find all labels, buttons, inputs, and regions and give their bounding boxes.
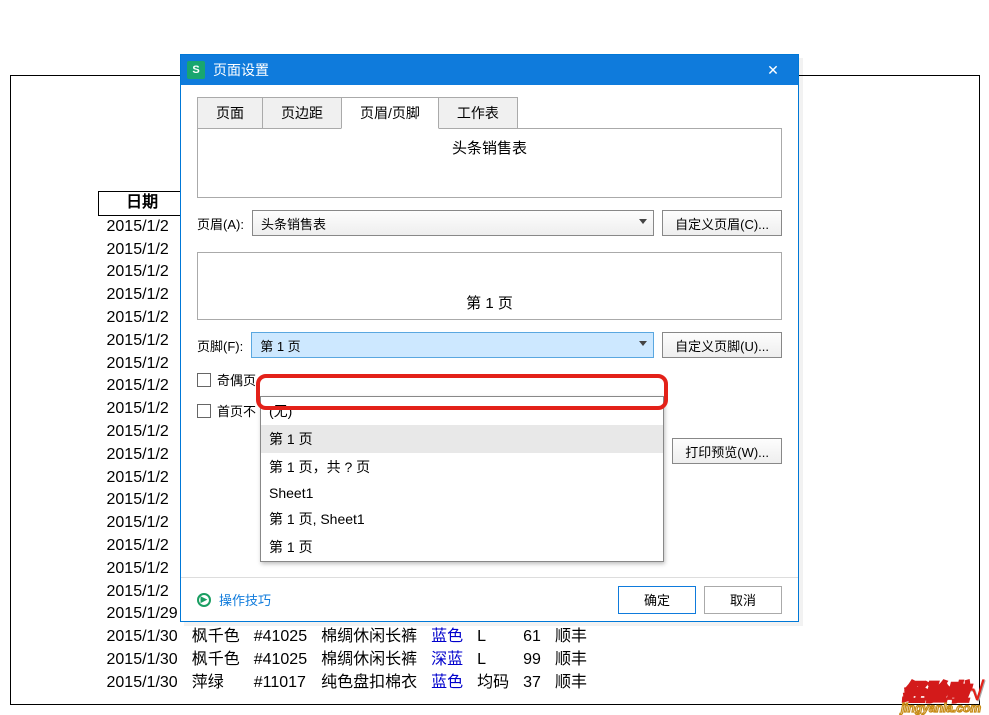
chevron-down-icon [639, 219, 647, 224]
first-page-label: 首页不 [217, 401, 256, 420]
table-row: 2015/1/30萍绿#11017纯色盘扣棉衣蓝色均码37顺丰 [99, 672, 593, 695]
header-combobox[interactable]: 头条销售表 [252, 210, 654, 236]
custom-footer-button[interactable]: 自定义页脚(U)... [662, 332, 782, 358]
chevron-down-icon [639, 341, 647, 346]
app-icon: S [187, 61, 205, 79]
odd-even-label: 奇偶页 [217, 370, 256, 389]
tab-bar: 页面 页边距 页眉/页脚 工作表 [197, 97, 798, 128]
play-icon: ▶ [197, 593, 211, 607]
footer-preview-text: 第 1 页 [466, 292, 513, 313]
dropdown-option[interactable]: 第 1 页, Sheet1 [261, 505, 663, 533]
tab-header-footer[interactable]: 页眉/页脚 [341, 97, 439, 129]
dropdown-option[interactable]: 第 1 页 [261, 533, 663, 561]
footer-preview: 第 1 页 [197, 252, 782, 320]
custom-header-button[interactable]: 自定义页眉(C)... [662, 210, 782, 236]
header-label: 页眉(A): [197, 214, 244, 233]
dropdown-option[interactable]: 第 1 页 [261, 425, 663, 453]
footer-dropdown-list[interactable]: (无) 第 1 页 第 1 页，共 ? 页 Sheet1 第 1 页, Shee… [260, 396, 664, 562]
checkbox-icon [197, 373, 211, 387]
tab-page[interactable]: 页面 [197, 97, 263, 128]
tips-link[interactable]: 操作技巧 [219, 590, 271, 609]
print-preview-button[interactable]: 打印预览(W)... [672, 438, 782, 464]
checkbox-icon [197, 404, 211, 418]
dropdown-option[interactable]: (无) [261, 397, 663, 425]
footer-combobox[interactable]: 第 1 页 [251, 332, 654, 358]
close-icon[interactable]: ✕ [756, 55, 790, 85]
dialog-footer: ▶ 操作技巧 确定 取消 [181, 577, 798, 621]
footer-label: 页脚(F): [197, 336, 243, 355]
col-date: 日期 [99, 192, 184, 216]
cancel-button[interactable]: 取消 [704, 586, 782, 614]
header-preview-text: 头条销售表 [452, 137, 527, 158]
tab-margins[interactable]: 页边距 [262, 97, 342, 128]
ok-button[interactable]: 确定 [618, 586, 696, 614]
header-preview: 头条销售表 [197, 128, 782, 198]
dialog-title: 页面设置 [213, 60, 269, 80]
table-row: 2015/1/30枫千色#41025棉绸休闲长裤深蓝L99顺丰 [99, 649, 593, 672]
dropdown-option[interactable]: Sheet1 [261, 481, 663, 505]
table-row: 2015/1/30枫千色#41025棉绸休闲长裤蓝色L61顺丰 [99, 626, 593, 649]
dropdown-option[interactable]: 第 1 页，共 ? 页 [261, 453, 663, 481]
header-value: 头条销售表 [261, 214, 326, 233]
tab-sheet[interactable]: 工作表 [438, 97, 518, 128]
dialog-titlebar[interactable]: S 页面设置 ✕ [181, 55, 798, 85]
footer-value: 第 1 页 [260, 336, 300, 355]
odd-even-checkbox[interactable]: 奇偶页 [197, 370, 782, 389]
